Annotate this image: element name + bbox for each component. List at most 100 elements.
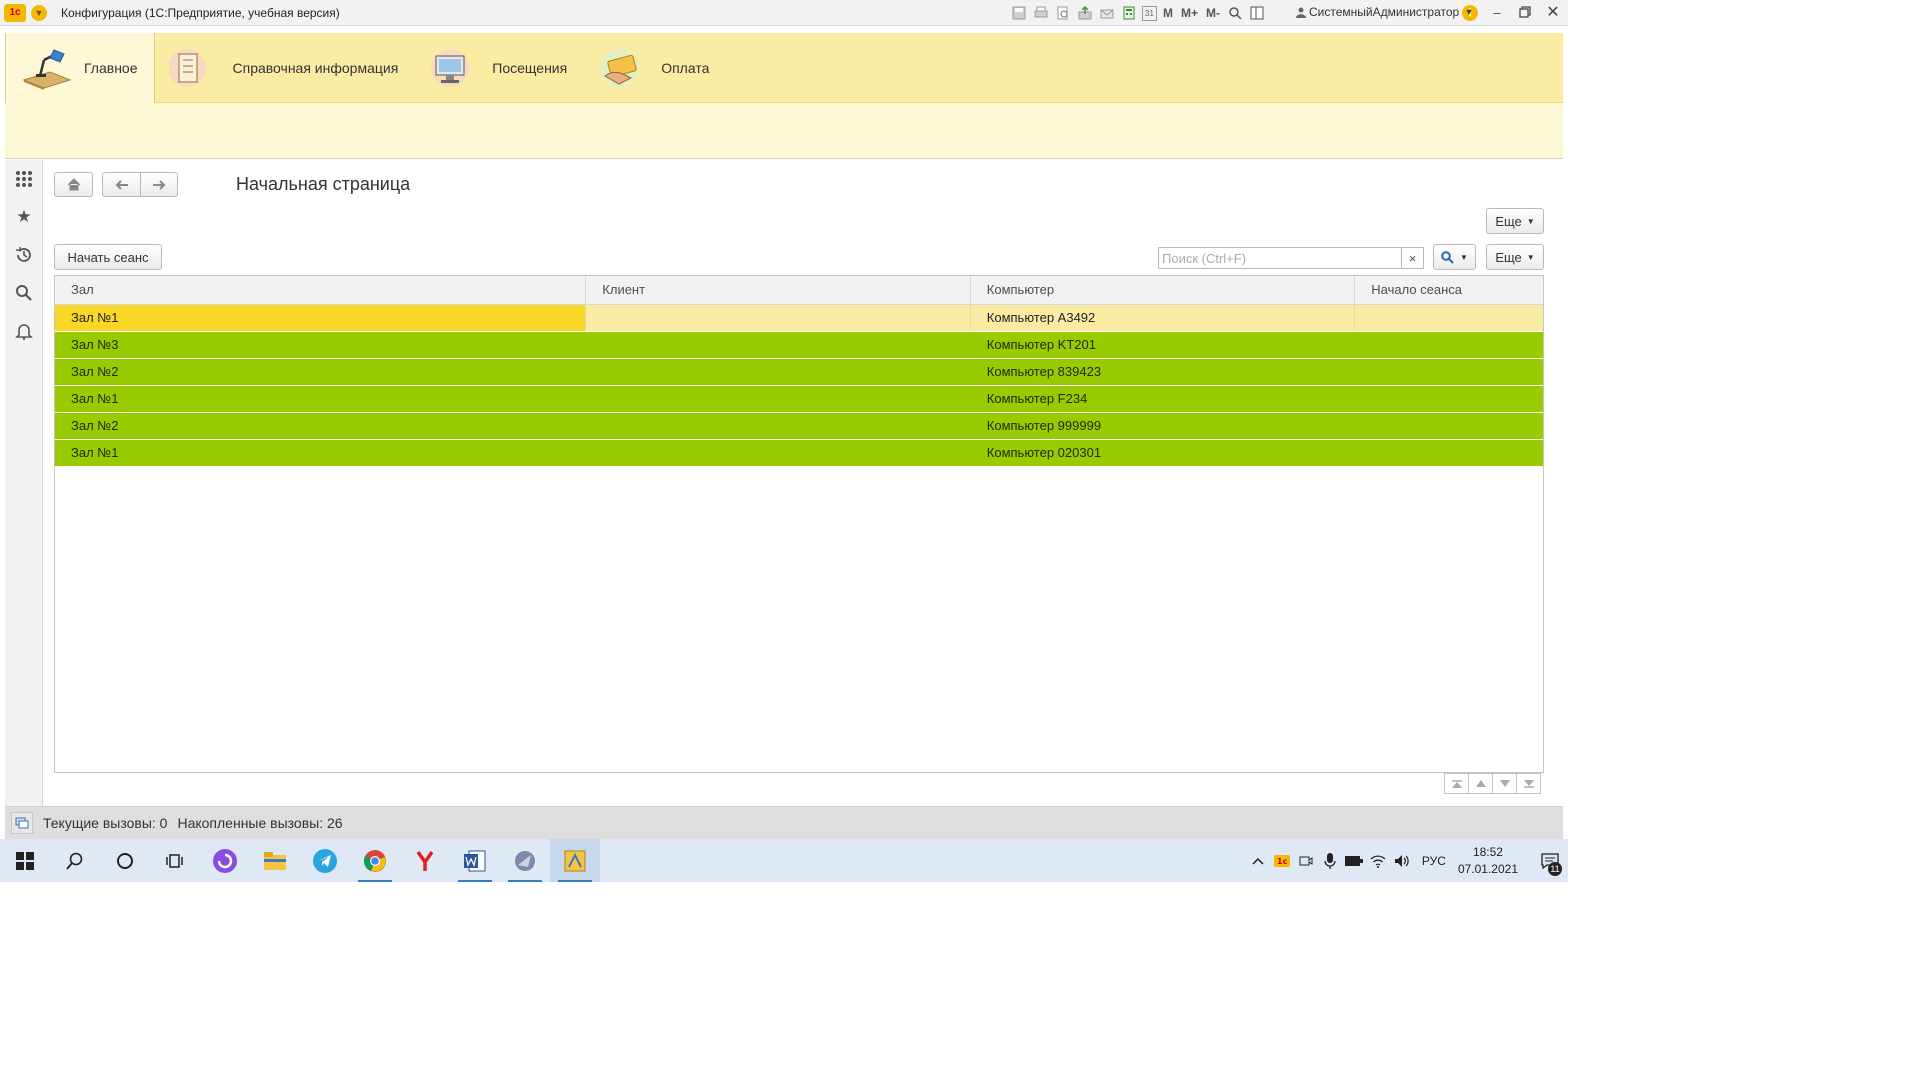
cell-session-start[interactable]	[1355, 440, 1543, 466]
battery-icon[interactable]	[1342, 839, 1366, 882]
telegram-icon[interactable]	[300, 839, 350, 882]
cell-hall[interactable]: Зал №1	[55, 440, 586, 466]
cell-hall[interactable]: Зал №2	[55, 359, 586, 385]
server-calls-icon[interactable]	[11, 812, 33, 834]
cell-session-start[interactable]	[1355, 332, 1543, 358]
memory-plus-button[interactable]: M+	[1179, 4, 1200, 22]
task-view-icon[interactable]	[150, 839, 200, 882]
cell-computer[interactable]: Компьютер F234	[971, 386, 1355, 412]
microphone-icon[interactable]	[1318, 839, 1342, 882]
cell-client[interactable]	[586, 305, 971, 331]
search-icon[interactable]	[50, 839, 100, 882]
chrome-icon[interactable]	[350, 839, 400, 882]
alice-icon[interactable]	[200, 839, 250, 882]
table-row[interactable]: Зал №1 Компьютер 020301	[55, 440, 1543, 467]
cell-session-start[interactable]	[1355, 359, 1543, 385]
search-input[interactable]	[1159, 248, 1401, 268]
minimize-button[interactable]: –	[1488, 3, 1506, 21]
cell-computer[interactable]: Компьютер 999999	[971, 413, 1355, 439]
column-header-computer[interactable]: Компьютер	[971, 276, 1356, 305]
section-visits[interactable]: Посещения	[414, 33, 583, 103]
cell-computer[interactable]: Компьютер 839423	[971, 359, 1355, 385]
cell-hall[interactable]: Зал №1	[55, 305, 587, 331]
chevron-up-icon[interactable]	[1246, 839, 1270, 882]
section-payment[interactable]: Оплата	[583, 33, 725, 103]
sessions-table[interactable]: Зал Клиент Компьютер Начало сеанса Зал №…	[54, 275, 1544, 773]
start-session-button[interactable]: Начать сеанс	[54, 244, 162, 270]
table-row[interactable]: Зал №1 Компьютер F234	[55, 386, 1543, 413]
preview-icon[interactable]	[1054, 4, 1072, 22]
scroll-down-button[interactable]	[1492, 773, 1517, 794]
history-icon[interactable]	[5, 236, 43, 274]
cell-client[interactable]	[586, 359, 970, 385]
calendar-icon[interactable]: 31	[1142, 5, 1157, 21]
wifi-icon[interactable]	[1366, 839, 1390, 882]
1c-tray-icon[interactable]: 1с	[1270, 839, 1294, 882]
memory-minus-button[interactable]: M-	[1204, 4, 1222, 22]
scroll-up-button[interactable]	[1468, 773, 1493, 794]
cell-session-start[interactable]	[1355, 386, 1543, 412]
table-row[interactable]: Зал №3 Компьютер KT201	[55, 332, 1543, 359]
panel-layout-icon[interactable]	[1248, 4, 1266, 22]
print-icon[interactable]	[1032, 4, 1050, 22]
user-name: СистемныйАдминистратор	[1309, 5, 1460, 19]
mail-icon[interactable]	[1098, 4, 1116, 22]
1c-enterprise-icon[interactable]	[550, 839, 600, 882]
search-icon[interactable]	[5, 274, 43, 312]
cell-computer[interactable]: Компьютер A3492	[971, 305, 1356, 331]
clock[interactable]: 18:52 07.01.2021	[1458, 844, 1518, 878]
favorites-icon[interactable]: ★	[5, 198, 43, 236]
cell-hall[interactable]: Зал №3	[55, 332, 586, 358]
cell-computer[interactable]: Компьютер 020301	[971, 440, 1355, 466]
list-more-button[interactable]: Еще ▼	[1486, 244, 1544, 270]
cell-client[interactable]	[586, 386, 970, 412]
save-icon[interactable]	[1010, 4, 1028, 22]
cell-hall[interactable]: Зал №2	[55, 413, 586, 439]
word-icon[interactable]	[450, 839, 500, 882]
cell-client[interactable]	[586, 413, 970, 439]
cell-hall[interactable]: Зал №1	[55, 386, 586, 412]
user-menu[interactable]: СистемныйАдминистратор	[1296, 5, 1459, 19]
explorer-icon[interactable]	[250, 839, 300, 882]
yandex-browser-icon[interactable]	[400, 839, 450, 882]
notifications-icon[interactable]	[5, 312, 43, 350]
volume-icon[interactable]	[1390, 839, 1414, 882]
zoom-icon[interactable]	[1226, 4, 1244, 22]
restore-button[interactable]	[1516, 3, 1534, 21]
app-icon[interactable]	[500, 839, 550, 882]
input-language[interactable]: РУС	[1422, 854, 1446, 868]
attach-icon[interactable]	[1076, 4, 1094, 22]
main-menu-button[interactable]: ▼	[31, 4, 47, 21]
windows-start-icon[interactable]	[0, 839, 50, 882]
column-header-hall[interactable]: Зал	[55, 276, 587, 305]
scroll-to-top-button[interactable]	[1444, 773, 1469, 794]
back-button[interactable]	[102, 172, 141, 197]
scroll-to-bottom-button[interactable]	[1516, 773, 1541, 794]
search-options-button[interactable]: ▼	[1433, 244, 1476, 270]
table-row[interactable]: Зал №1 Компьютер A3492	[55, 305, 1543, 332]
meet-now-icon[interactable]	[1294, 839, 1318, 882]
section-main[interactable]: Главное	[5, 33, 155, 103]
memory-button[interactable]: M	[1161, 4, 1175, 22]
cell-session-start[interactable]	[1355, 413, 1543, 439]
column-header-session-start[interactable]: Начало сеанса	[1355, 276, 1543, 305]
forward-button[interactable]	[140, 172, 178, 197]
cell-session-start[interactable]	[1355, 305, 1543, 331]
clear-search-button[interactable]: ×	[1401, 248, 1423, 268]
calculator-icon[interactable]	[1120, 4, 1138, 22]
form-more-button[interactable]: Еще ▼	[1486, 208, 1544, 234]
1c-logo-icon[interactable]: 1с	[4, 3, 26, 22]
notification-center-icon[interactable]: 11	[1532, 839, 1568, 882]
cortana-icon[interactable]	[100, 839, 150, 882]
table-row[interactable]: Зал №2 Компьютер 839423	[55, 359, 1543, 386]
home-button[interactable]	[54, 172, 93, 197]
close-button[interactable]: ✕	[1544, 3, 1562, 21]
cell-client[interactable]	[586, 440, 970, 466]
menu-chevron-icon[interactable]: ▼	[1460, 3, 1478, 21]
section-reference[interactable]: Справочная информация	[155, 33, 415, 103]
cell-client[interactable]	[586, 332, 970, 358]
all-functions-icon[interactable]	[5, 160, 43, 198]
table-row[interactable]: Зал №2 Компьютер 999999	[55, 413, 1543, 440]
cell-computer[interactable]: Компьютер KT201	[971, 332, 1355, 358]
column-header-client[interactable]: Клиент	[586, 276, 971, 305]
